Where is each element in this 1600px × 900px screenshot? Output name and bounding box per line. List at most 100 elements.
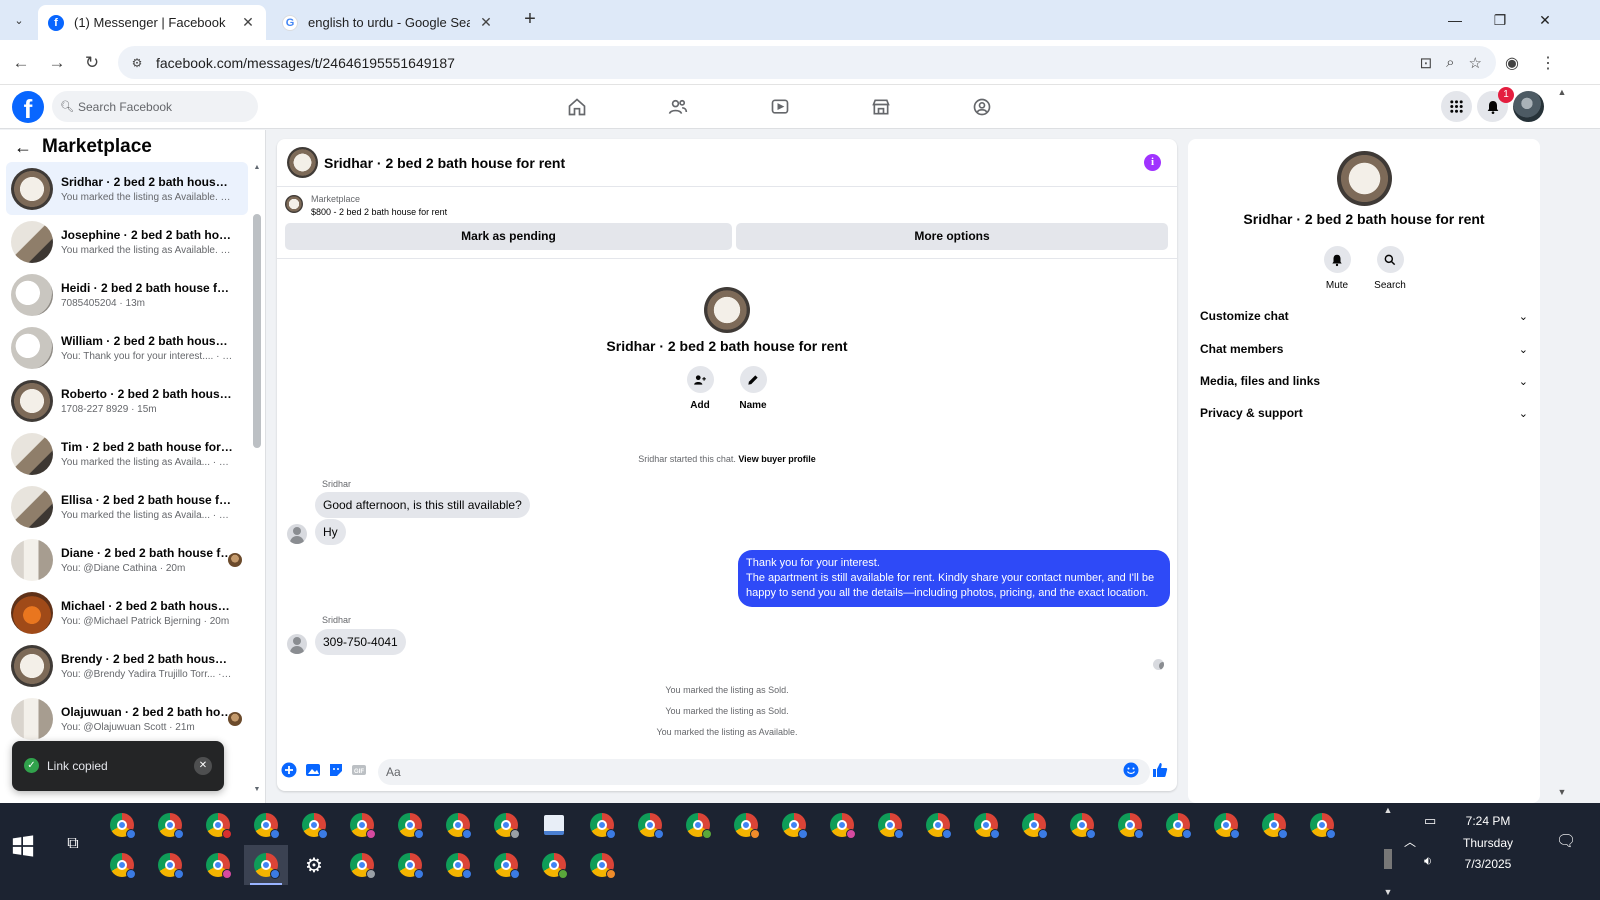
chrome-taskbar-icon[interactable] xyxy=(340,845,384,885)
close-tab-icon[interactable]: ✕ xyxy=(240,14,256,31)
media-files-links-section[interactable]: Media, files and links ⌄ xyxy=(1200,365,1534,397)
sender-avatar[interactable] xyxy=(287,634,307,654)
thumbs-up-icon[interactable] xyxy=(1151,761,1169,779)
conversation-item[interactable]: Diane · 2 bed 2 bath house for rent You: … xyxy=(6,533,248,586)
browser-tab-messenger[interactable]: f (1) Messenger | Facebook ✕ xyxy=(38,5,266,40)
settings-gear-taskbar-icon[interactable]: ⚙ xyxy=(292,845,336,885)
sender-avatar[interactable] xyxy=(287,524,307,544)
gif-icon[interactable]: GIF xyxy=(351,762,367,778)
conversation-info-icon[interactable]: i xyxy=(1144,154,1161,171)
message-input-box[interactable] xyxy=(378,759,1150,785)
chrome-taskbar-icon[interactable] xyxy=(196,805,240,845)
zoom-icon[interactable]: ⌕ xyxy=(1446,54,1454,71)
chrome-taskbar-icon[interactable] xyxy=(388,805,432,845)
scroll-up-arrow-icon[interactable]: ▲ xyxy=(1556,87,1568,97)
chrome-taskbar-icon[interactable] xyxy=(676,805,720,845)
facebook-logo-icon[interactable]: f xyxy=(12,91,44,123)
gaming-icon[interactable] xyxy=(967,93,997,121)
menu-grid-icon[interactable] xyxy=(1441,91,1472,122)
tab-search-chevron-icon[interactable]: ⌄ xyxy=(6,7,32,33)
reload-icon[interactable]: ↻ xyxy=(79,50,105,76)
install-app-icon[interactable]: ⊡ xyxy=(1420,54,1433,72)
chrome-taskbar-icon[interactable] xyxy=(580,845,624,885)
chat-title[interactable]: Sridhar · 2 bed 2 bath house for rent xyxy=(324,155,565,171)
chrome-taskbar-icon[interactable] xyxy=(1060,805,1104,845)
conversation-item[interactable]: Michael · 2 bed 2 bath house for rent You… xyxy=(6,586,248,639)
contact-card-taskbar-icon[interactable] xyxy=(532,805,576,845)
chrome-taskbar-icon[interactable] xyxy=(100,845,144,885)
conversation-item[interactable]: Brendy · 2 bed 2 bath house for rent You:… xyxy=(6,639,248,692)
mark-as-pending-button[interactable]: Mark as pending xyxy=(285,223,732,250)
chrome-taskbar-icon[interactable] xyxy=(772,805,816,845)
minimize-window-icon[interactable]: — xyxy=(1432,0,1478,40)
conversation-item[interactable]: Tim · 2 bed 2 bath house for rent You mar… xyxy=(6,427,248,480)
outgoing-message[interactable]: Thank you for your interest. The apartme… xyxy=(738,550,1170,607)
new-tab-button[interactable]: + xyxy=(518,8,542,32)
chrome-taskbar-icon[interactable] xyxy=(724,805,768,845)
taskbar-scroll[interactable]: ▲ ▼ xyxy=(1381,803,1395,900)
scroll-down-arrow-icon[interactable]: ▼ xyxy=(1381,887,1395,897)
chrome-taskbar-icon[interactable] xyxy=(244,845,288,885)
chrome-taskbar-icon[interactable] xyxy=(964,805,1008,845)
browser-tab-google[interactable]: G english to urdu - Google Search ✕ xyxy=(272,5,504,40)
chrome-taskbar-icon[interactable] xyxy=(100,805,144,845)
name-chat-button[interactable]: Name xyxy=(733,366,773,411)
incoming-message[interactable]: Hy xyxy=(315,519,346,545)
conversation-item[interactable]: William · 2 bed 2 bath house for rent You… xyxy=(6,321,248,374)
chrome-taskbar-icon[interactable] xyxy=(1108,805,1152,845)
chrome-taskbar-icon[interactable] xyxy=(388,845,432,885)
search-in-conversation-button[interactable]: Search xyxy=(1368,246,1412,291)
back-arrow-icon[interactable]: ← xyxy=(14,137,32,158)
chrome-taskbar-icon[interactable] xyxy=(484,805,528,845)
back-arrow-icon[interactable]: ← xyxy=(8,50,34,76)
chrome-taskbar-icon[interactable] xyxy=(436,845,480,885)
conversation-item[interactable]: Josephine · 2 bed 2 bath house for rent Y… xyxy=(6,215,248,268)
watch-video-icon[interactable] xyxy=(765,93,795,121)
scrollbar-thumb[interactable] xyxy=(1384,849,1392,869)
conversation-item[interactable]: Heidi · 2 bed 2 bath house for rent 70854… xyxy=(6,268,248,321)
chrome-menu-icon[interactable]: ⋮ xyxy=(1535,50,1561,76)
chat-thumbnail[interactable] xyxy=(287,147,318,178)
more-options-button[interactable]: More options xyxy=(736,223,1168,250)
chrome-taskbar-icon[interactable] xyxy=(580,805,624,845)
privacy-support-section[interactable]: Privacy & support ⌄ xyxy=(1200,397,1534,429)
view-buyer-profile-link[interactable]: View buyer profile xyxy=(738,454,815,464)
conversation-item[interactable]: Olajuwuan · 2 bed 2 bath house for rent Y… xyxy=(6,692,248,745)
conversation-item[interactable]: Roberto · 2 bed 2 bath house for rent 170… xyxy=(6,374,248,427)
chrome-taskbar-icon[interactable] xyxy=(628,805,672,845)
marketplace-store-icon[interactable] xyxy=(866,93,896,121)
chrome-taskbar-icon[interactable] xyxy=(148,845,192,885)
chrome-taskbar-icon[interactable] xyxy=(244,805,288,845)
chrome-taskbar-icon[interactable] xyxy=(148,805,192,845)
chrome-taskbar-icon[interactable] xyxy=(1156,805,1200,845)
url-text[interactable]: facebook.com/messages/t/2464619555164918… xyxy=(156,55,455,71)
windows-start-icon[interactable] xyxy=(12,835,38,861)
chrome-taskbar-icon[interactable] xyxy=(1252,805,1296,845)
sticker-icon[interactable] xyxy=(328,762,344,778)
facebook-search-input[interactable] xyxy=(78,99,248,114)
scroll-up-arrow-icon[interactable]: ▲ xyxy=(253,164,261,171)
conversation-item[interactable]: Ellisa · 2 bed 2 bath house for rent You … xyxy=(6,480,248,533)
chrome-taskbar-icon[interactable] xyxy=(1012,805,1056,845)
close-toast-icon[interactable]: ✕ xyxy=(194,757,212,775)
chrome-taskbar-icon[interactable] xyxy=(196,845,240,885)
chrome-taskbar-icon[interactable] xyxy=(1300,805,1344,845)
show-hidden-icons-chevron-icon[interactable]: ︿ xyxy=(1400,833,1420,850)
chrome-taskbar-icon[interactable] xyxy=(340,805,384,845)
listing-price-title[interactable]: $800 - 2 bed 2 bath house for rent xyxy=(311,207,447,217)
mute-button[interactable]: Mute xyxy=(1315,246,1359,291)
home-icon[interactable] xyxy=(562,93,592,121)
bookmark-star-icon[interactable]: ☆ xyxy=(1469,54,1482,72)
conversation-scrollbar[interactable]: ▲ ▼ xyxy=(253,164,261,803)
facebook-search[interactable]: 🔍︎ xyxy=(52,91,258,122)
customize-chat-section[interactable]: Customize chat ⌄ xyxy=(1200,300,1534,332)
site-settings-icon[interactable]: ⚙ xyxy=(122,56,152,70)
notifications-bell-icon[interactable]: 1 xyxy=(1477,87,1514,122)
emoji-icon[interactable] xyxy=(1123,762,1139,778)
task-view-icon[interactable]: ⧉ xyxy=(60,835,86,861)
restore-window-icon[interactable]: ❐ xyxy=(1477,0,1523,40)
incoming-message[interactable]: 309-750-4041 xyxy=(315,629,406,655)
plus-actions-icon[interactable] xyxy=(281,762,297,778)
action-center-icon[interactable]: 🗨︎ xyxy=(1556,831,1578,851)
chrome-taskbar-icon[interactable] xyxy=(532,845,576,885)
